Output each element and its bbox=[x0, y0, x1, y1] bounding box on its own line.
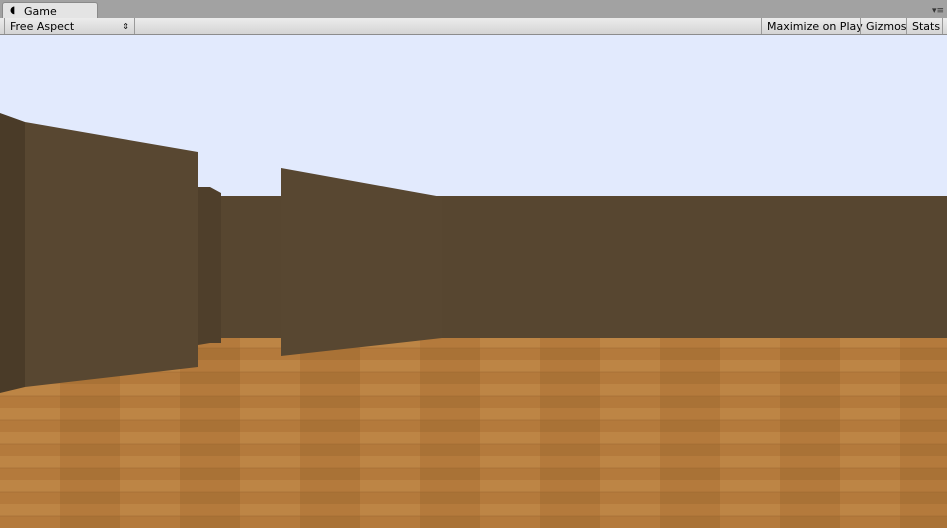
aspect-dropdown[interactable]: Free Aspect ⇕ bbox=[4, 18, 135, 34]
left-wall bbox=[25, 122, 198, 387]
panel-menu-icon[interactable]: ▾≡ bbox=[932, 6, 944, 16]
maximize-on-play-button[interactable]: Maximize on Play bbox=[761, 18, 863, 34]
left-wall-side bbox=[0, 113, 25, 393]
pacman-game-icon: ◖ bbox=[10, 5, 16, 16]
tab-game[interactable]: ◖ Game bbox=[2, 2, 98, 19]
gizmos-button[interactable]: Gizmos bbox=[860, 18, 907, 34]
updown-arrow-icon: ⇕ bbox=[122, 21, 129, 31]
aspect-label: Free Aspect bbox=[10, 19, 75, 33]
tab-bar: ◖ Game ▾≡ bbox=[0, 0, 947, 19]
tab-label: Game bbox=[24, 4, 57, 18]
stats-button[interactable]: Stats bbox=[906, 18, 943, 34]
game-toolbar: Free Aspect ⇕ Maximize on Play Gizmos St… bbox=[0, 18, 947, 35]
pillar-wall bbox=[198, 187, 221, 345]
middle-wall bbox=[281, 168, 442, 356]
game-viewport[interactable] bbox=[0, 35, 947, 528]
